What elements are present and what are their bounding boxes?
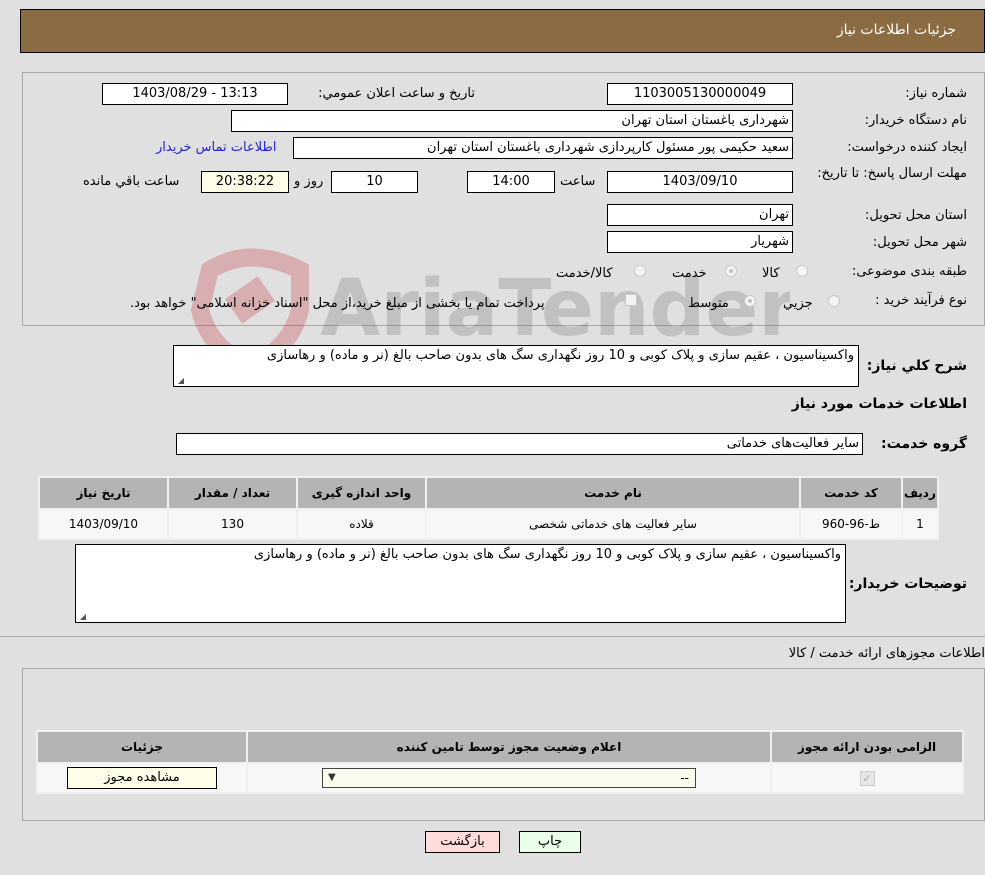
buyer-org-label: نام دستگاه خريدار: <box>864 113 967 128</box>
col-row-number: ردیف <box>903 478 937 508</box>
col-quantity: تعداد / مقدار <box>169 478 296 508</box>
deadline-date-field: 1403/09/10 <box>607 171 793 193</box>
cell-service-code: ط-96-960 <box>801 510 901 538</box>
purchase-type-radio-small[interactable] <box>828 295 840 307</box>
permit-required-checkbox[interactable]: ✓ <box>859 770 875 786</box>
cell-unit: قلاده <box>298 510 425 538</box>
purchase-type-label: نوع فرآیند خرید : <box>875 293 967 308</box>
deadline-days-label: روز و <box>294 174 324 189</box>
category-option-goods: کالا <box>762 266 780 281</box>
province-field: تهران <box>607 204 793 226</box>
need-number-label: شماره نیاز: <box>905 86 967 101</box>
services-table-header: ردیف کد خدمت نام خدمت واحد اندازه گیری ت… <box>40 478 937 508</box>
category-label: طبقه بندی موضوعی: <box>851 264 967 279</box>
col-permit-required: الزامی بودن ارائه مجوز <box>772 732 962 762</box>
category-radio-goods-service[interactable] <box>634 265 646 277</box>
divider <box>0 636 985 637</box>
remaining-time-label: ساعت باقي مانده <box>83 174 180 189</box>
service-group-label: گروه خدمت: <box>881 436 967 452</box>
permit-status-select[interactable]: -- ▼ <box>322 768 696 788</box>
remaining-time-field: 20:38:22 <box>201 171 289 193</box>
buyer-contact-link[interactable]: اطلاعات تماس خریدار <box>156 140 276 155</box>
service-group-field: سایر فعالیت‌های خدماتی <box>176 433 863 455</box>
resize-grip-icon[interactable]: ◢ <box>78 613 86 621</box>
need-number-field: 1103005130000049 <box>607 83 793 105</box>
creator-label: ایجاد کننده درخواست: <box>847 140 967 155</box>
permits-table-header: الزامی بودن ارائه مجوز اعلام وضعیت مجوز … <box>38 732 962 762</box>
print-button[interactable]: چاپ <box>519 831 581 853</box>
category-option-goods-service: کالا/خدمت <box>556 266 613 281</box>
chevron-down-icon: ▼ <box>328 772 336 783</box>
buyer-notes-label: توضیحات خریدار: <box>848 576 967 592</box>
page-title: جزئیات اطلاعات نیاز <box>836 22 956 38</box>
category-option-service: خدمت <box>672 266 707 281</box>
cell-permit-details: مشاهده مجوز <box>38 764 246 792</box>
cell-need-date: 1403/09/10 <box>40 510 167 538</box>
col-unit: واحد اندازه گیری <box>298 478 425 508</box>
table-row: ✓ -- ▼ مشاهده مجوز <box>38 764 962 792</box>
cell-service-name: سایر فعالیت های خدماتی شخصی <box>427 510 799 538</box>
view-permit-button[interactable]: مشاهده مجوز <box>67 767 217 789</box>
deadline-time-label: ساعت <box>560 174 596 189</box>
cell-quantity: 130 <box>169 510 296 538</box>
city-field: شهریار <box>607 231 793 253</box>
city-label: شهر محل تحویل: <box>872 235 967 250</box>
buyer-org-field: شهرداری باغستان استان تهران <box>231 110 793 132</box>
permits-table: الزامی بودن ارائه مجوز اعلام وضعیت مجوز … <box>36 730 964 794</box>
resize-grip-icon[interactable]: ◢ <box>176 377 184 385</box>
table-row: 1 ط-96-960 سایر فعالیت های خدماتی شخصی ق… <box>40 510 937 538</box>
col-service-name: نام خدمت <box>427 478 799 508</box>
cell-row-number: 1 <box>903 510 937 538</box>
announce-datetime-label: تاریخ و ساعت اعلان عمومي: <box>318 86 475 101</box>
treasury-checkbox[interactable] <box>625 294 637 306</box>
deadline-label: مهلت ارسال پاسخ: تا تاریخ: <box>817 166 967 181</box>
permit-status-value: -- <box>680 771 689 785</box>
cell-permit-required: ✓ <box>772 764 962 792</box>
permits-table-wrapper: الزامی بودن ارائه مجوز اعلام وضعیت مجوز … <box>36 730 964 794</box>
announce-datetime-field: 1403/08/29 - 13:13 <box>102 83 288 105</box>
general-description-text: واکسیناسیون ، عقیم سازی و پلاک کوبی و 10… <box>266 348 854 363</box>
purchase-type-option-small: جزیي <box>783 296 813 311</box>
buyer-notes-field[interactable]: واکسیناسیون ، عقیم سازی و پلاک کوبی و 10… <box>75 544 846 623</box>
buyer-notes-text: واکسیناسیون ، عقیم سازی و پلاک کوبی و 10… <box>253 547 841 562</box>
purchase-type-radio-medium[interactable] <box>744 295 756 307</box>
deadline-days-field: 10 <box>331 171 418 193</box>
deadline-time-field: 14:00 <box>467 171 555 193</box>
services-table: ردیف کد خدمت نام خدمت واحد اندازه گیری ت… <box>38 476 939 540</box>
creator-field: سعید حکیمی پور مسئول کارپردازی شهرداری ب… <box>293 137 793 159</box>
col-service-code: کد خدمت <box>801 478 901 508</box>
treasury-note: پرداخت تمام یا بخشی از مبلغ خرید،از محل … <box>130 296 545 311</box>
back-button[interactable]: بازگشت <box>425 831 500 853</box>
general-description-label: شرح کلي نیاز: <box>866 358 967 374</box>
services-section-title: اطلاعات خدمات مورد نیاز <box>791 396 967 412</box>
general-description-field[interactable]: واکسیناسیون ، عقیم سازی و پلاک کوبی و 10… <box>173 345 859 387</box>
col-permit-details: جزئیات <box>38 732 246 762</box>
purchase-type-option-medium: متوسط <box>688 296 729 311</box>
permits-section-title: اطلاعات مجوزهای ارائه خدمت / کالا <box>788 646 985 661</box>
cell-permit-status: -- ▼ <box>248 764 770 792</box>
services-table-wrapper: ردیف کد خدمت نام خدمت واحد اندازه گیری ت… <box>38 476 939 540</box>
page-header: جزئیات اطلاعات نیاز <box>20 9 985 53</box>
col-permit-status: اعلام وضعیت مجوز توسط تامین کننده <box>248 732 770 762</box>
category-radio-goods[interactable] <box>796 265 808 277</box>
category-radio-service[interactable] <box>725 265 737 277</box>
col-need-date: تاریخ نیاز <box>40 478 167 508</box>
province-label: استان محل تحویل: <box>865 208 967 223</box>
